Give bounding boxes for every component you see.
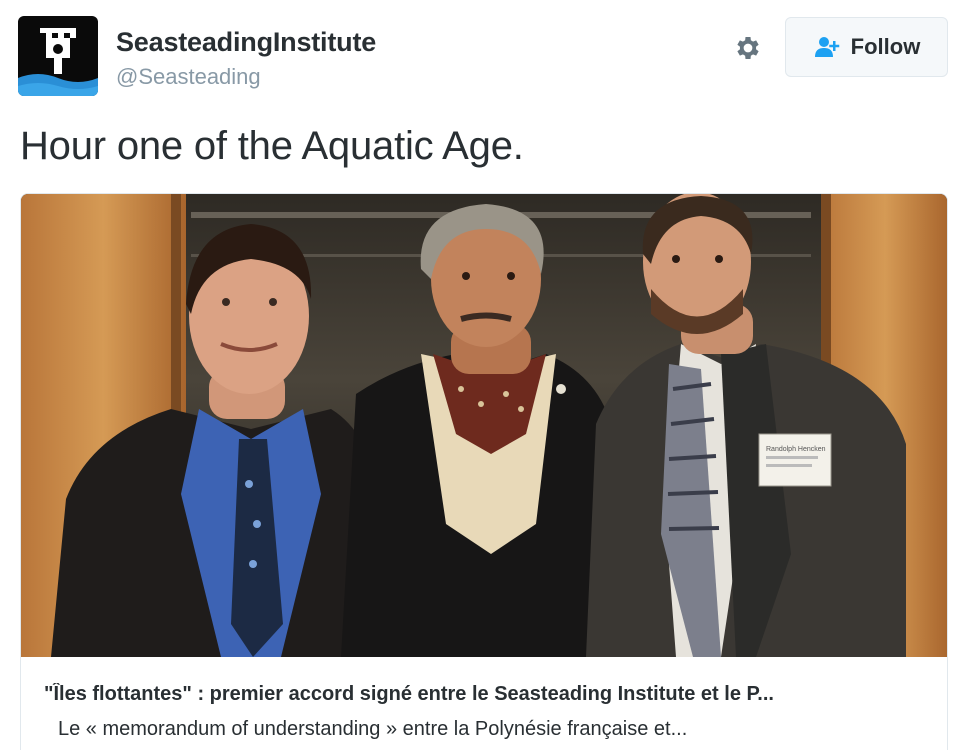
gear-icon — [737, 37, 759, 59]
author-avatar[interactable] — [18, 16, 98, 96]
settings-button[interactable] — [730, 30, 766, 66]
badge-text: Randolph Hencken — [766, 446, 826, 453]
author-screen-name[interactable]: @Seasteading — [116, 64, 261, 90]
link-card[interactable]: Randolph Hencken "Îles flottantes" : pre… — [20, 193, 948, 750]
card-title[interactable]: "Îles flottantes" : premier accord signé… — [44, 683, 929, 706]
follow-button[interactable]: Follow — [785, 17, 948, 77]
group-photo: Randolph Hencken — [21, 194, 947, 657]
tweet-text: Hour one of the Aquatic Age. — [20, 124, 524, 168]
add-user-icon — [814, 37, 839, 57]
card-image[interactable]: Randolph Hencken — [21, 194, 947, 657]
seasteading-logo-icon — [18, 16, 98, 96]
tweet-header: SeasteadingInstitute @Seasteading Follow — [0, 0, 976, 110]
card-description: Le « memorandum of understanding » entre… — [58, 718, 688, 740]
author-display-name[interactable]: SeasteadingInstitute — [116, 27, 376, 58]
follow-button-label: Follow — [850, 34, 921, 59]
